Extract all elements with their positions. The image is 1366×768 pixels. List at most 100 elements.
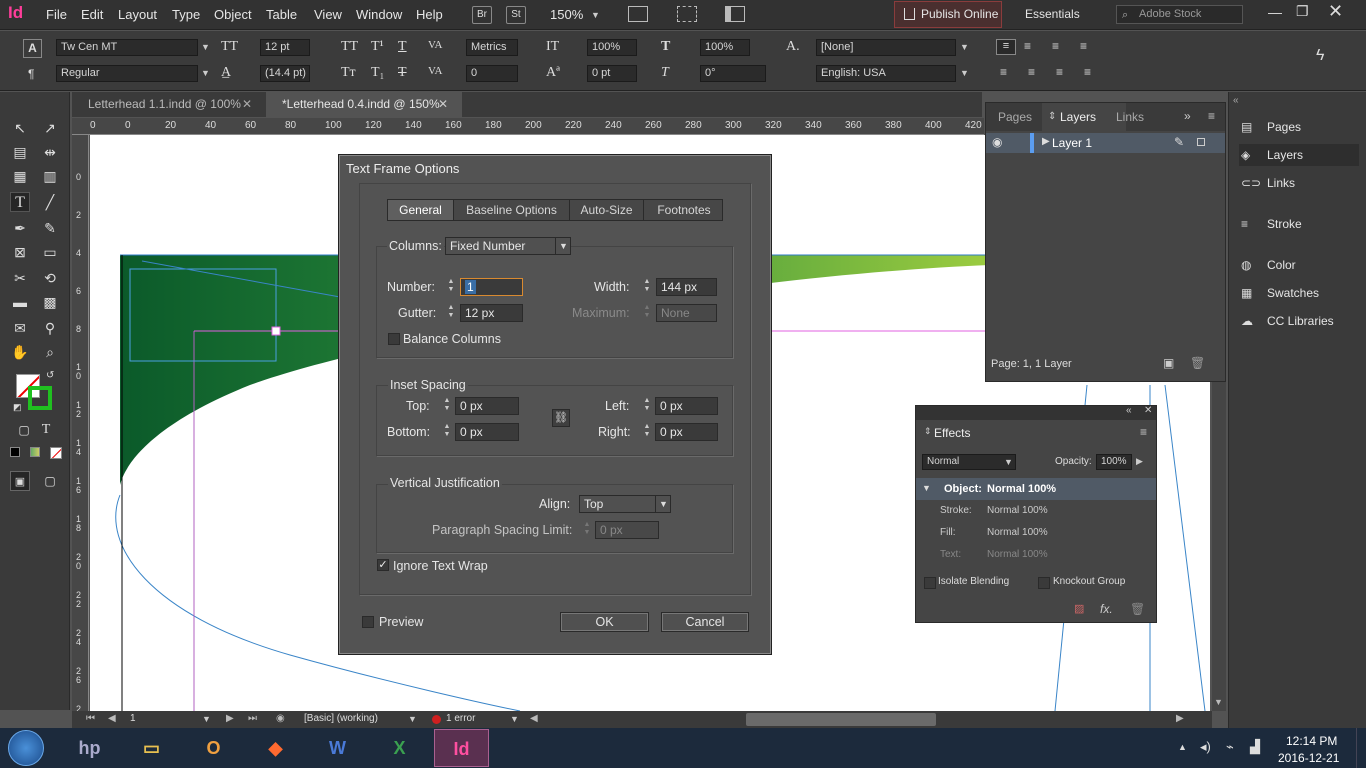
number-stepper[interactable]: ▲ ▼ xyxy=(445,278,457,296)
scroll-right-icon[interactable]: ▶ xyxy=(1176,713,1184,724)
formatting-text-icon[interactable]: T xyxy=(36,420,56,440)
baseline-shift-field[interactable]: 0 pt xyxy=(587,65,637,82)
align-center-icon[interactable]: ≡ xyxy=(1024,39,1031,53)
clear-effects-icon[interactable]: ▨ xyxy=(1074,602,1084,615)
align-left-icon[interactable]: ≡ xyxy=(996,39,1016,55)
inset-left-field[interactable]: 0 px xyxy=(655,397,718,415)
tab-pages[interactable]: Pages xyxy=(998,110,1032,124)
isolate-blending-checkbox[interactable] xyxy=(924,577,936,589)
justify-all-icon[interactable]: ≡ xyxy=(1084,65,1091,79)
effect-row-stroke[interactable]: Stroke: Normal 100% xyxy=(916,500,1156,522)
fx-icon[interactable]: fx. xyxy=(1100,602,1113,616)
content-collector-icon[interactable]: ▦ xyxy=(10,166,30,186)
file-explorer-icon[interactable]: ▭ xyxy=(124,729,179,767)
dock-cc-libraries[interactable]: ☁ CC Libraries xyxy=(1239,310,1359,332)
balance-columns-label[interactable]: Balance Columns xyxy=(403,332,501,346)
ignore-text-wrap-checkbox[interactable]: ✓ xyxy=(377,559,389,571)
scroll-left-icon[interactable]: ◀ xyxy=(530,713,538,724)
inset-bottom-field[interactable]: 0 px xyxy=(455,423,519,441)
direct-selection-tool-icon[interactable]: ↗ xyxy=(40,118,60,138)
default-fill-stroke-icon[interactable]: ◩ xyxy=(13,402,22,413)
inset-right-stepper[interactable]: ▲ ▼ xyxy=(641,423,653,441)
show-hidden-icons[interactable]: ▲ xyxy=(1178,742,1187,752)
number-field[interactable]: 1 xyxy=(460,278,523,296)
zoom-tool-icon[interactable]: ⌕ xyxy=(40,342,60,362)
menu-object[interactable]: Object xyxy=(214,7,252,22)
opacity-slider-icon[interactable]: ▶ xyxy=(1136,456,1143,467)
horizontal-scroll-thumb[interactable] xyxy=(746,713,936,726)
indesign-icon[interactable]: Id xyxy=(434,729,489,767)
speaker-icon[interactable]: ◂) xyxy=(1200,739,1211,755)
strikethrough-icon[interactable]: T xyxy=(398,65,407,81)
menu-help[interactable]: Help xyxy=(416,7,443,22)
panel-menu-icon[interactable]: ≡ xyxy=(1208,109,1215,123)
underline-icon[interactable]: T xyxy=(398,39,407,55)
font-family-dropdown-icon[interactable]: ▼ xyxy=(201,42,210,52)
kerning-field[interactable]: Metrics xyxy=(466,39,518,56)
minimize-icon[interactable]: — xyxy=(1268,4,1282,20)
knockout-group-label[interactable]: Knockout Group xyxy=(1053,576,1125,587)
dock-color[interactable]: ◍ Color xyxy=(1239,254,1359,276)
effects-title[interactable]: Effects xyxy=(934,426,970,440)
line-tool-icon[interactable]: ╱ xyxy=(40,192,60,212)
apply-none-icon[interactable] xyxy=(50,447,62,459)
menu-window[interactable]: Window xyxy=(356,7,402,22)
brave-browser-icon[interactable]: ◆ xyxy=(248,729,303,767)
hp-app-icon[interactable]: hp xyxy=(62,729,117,767)
excel-icon[interactable]: X xyxy=(372,729,427,767)
subscript-icon[interactable]: T₁ xyxy=(371,65,384,81)
tab-links[interactable]: Links xyxy=(1116,110,1144,124)
effects-panel-titlebar[interactable]: « ✕ xyxy=(916,405,1156,420)
menu-layout[interactable]: Layout xyxy=(118,7,157,22)
tab-general[interactable]: General xyxy=(388,200,454,220)
justify-left-icon[interactable]: ≡ xyxy=(1000,65,1007,79)
layer-name[interactable]: Layer 1 xyxy=(1052,136,1092,150)
screen-mode-icon[interactable] xyxy=(677,6,697,22)
error-count[interactable]: 1 error xyxy=(446,713,475,724)
blend-mode-dropdown-icon[interactable]: ▼ xyxy=(1004,457,1013,467)
network-icon[interactable]: ▟ xyxy=(1250,739,1260,755)
dock-pages[interactable]: ▤ Pages xyxy=(1239,116,1359,138)
first-page-icon[interactable]: ⏮ xyxy=(86,713,95,724)
power-icon[interactable]: ⌁ xyxy=(1226,739,1234,755)
menu-table[interactable]: Table xyxy=(266,7,297,22)
apply-gradient-icon[interactable] xyxy=(30,447,40,457)
show-desktop-button[interactable] xyxy=(1356,728,1366,768)
pencil-tool-icon[interactable]: ✎ xyxy=(40,218,60,238)
menu-type[interactable]: Type xyxy=(172,7,200,22)
blend-mode-field[interactable]: Normal xyxy=(922,454,1016,470)
leading-field[interactable]: (14.4 pt) xyxy=(260,65,310,82)
gutter-field[interactable]: 12 px xyxy=(460,304,523,322)
eyedropper-tool-icon[interactable]: ⚲ xyxy=(40,318,60,338)
columns-dropdown-icon[interactable]: ▼ xyxy=(555,238,571,254)
tab-letterhead-1-1[interactable]: Letterhead 1.1.indd @ 100% ✕ xyxy=(72,92,266,117)
tab-footnotes[interactable]: Footnotes xyxy=(644,200,724,220)
effect-row-fill[interactable]: Fill: Normal 100% xyxy=(916,522,1156,544)
preflight-profile[interactable]: [Basic] (working) xyxy=(304,713,378,724)
stroke-swatch[interactable] xyxy=(28,386,52,410)
profile-dropdown-icon[interactable]: ▼ xyxy=(408,714,417,724)
menu-view[interactable]: View xyxy=(314,7,342,22)
dock-stroke[interactable]: ≡ Stroke xyxy=(1239,213,1359,235)
all-caps-icon[interactable]: TT xyxy=(341,39,358,55)
justify-center-icon[interactable]: ≡ xyxy=(1028,65,1035,79)
next-page-icon[interactable]: ▶ xyxy=(226,713,234,724)
last-page-icon[interactable]: ⏭ xyxy=(248,713,257,724)
note-tool-icon[interactable]: ✉ xyxy=(10,318,30,338)
preflight-icon[interactable]: ◉ xyxy=(276,713,285,724)
tab-auto-size[interactable]: Auto-Size xyxy=(570,200,644,220)
tab-letterhead-0-4[interactable]: *Letterhead 0.4.indd @ 150% ✕ xyxy=(266,92,462,117)
new-layer-icon[interactable]: ▣ xyxy=(1163,356,1174,370)
character-style-dropdown-icon[interactable]: ▼ xyxy=(960,42,969,52)
preview-mode-icon[interactable]: ▢ xyxy=(40,471,60,491)
preview-checkbox[interactable] xyxy=(362,616,374,628)
hand-tool-icon[interactable]: ✋ xyxy=(10,342,30,362)
language-field[interactable]: English: USA xyxy=(816,65,956,82)
pen-tool-icon[interactable]: ✒ xyxy=(10,218,30,238)
gradient-swatch-tool-icon[interactable]: ▬ xyxy=(10,292,30,312)
character-controls-icon[interactable]: A xyxy=(23,39,42,58)
scissors-tool-icon[interactable]: ✂ xyxy=(10,268,30,288)
isolate-blending-label[interactable]: Isolate Blending xyxy=(938,576,1009,587)
vertical-scale-field[interactable]: 100% xyxy=(587,39,637,56)
superscript-icon[interactable]: T¹ xyxy=(371,39,384,55)
